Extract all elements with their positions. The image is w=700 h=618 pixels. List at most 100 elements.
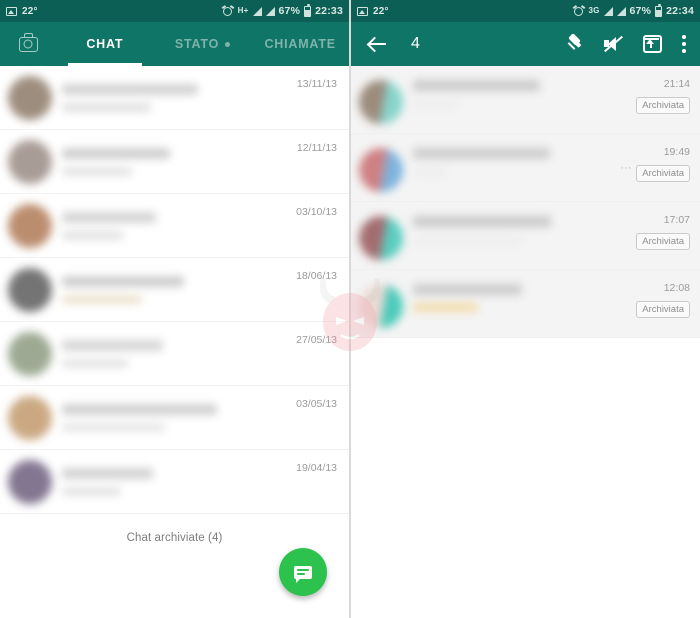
chat-row-text bbox=[62, 275, 296, 304]
last-message-redacted bbox=[62, 166, 133, 176]
battery-icon bbox=[304, 3, 312, 17]
chat-row[interactable]: 12/11/13 bbox=[0, 130, 349, 194]
archived-status-badge: Archiviata bbox=[636, 233, 690, 250]
chat-row[interactable]: 27/05/13 bbox=[0, 322, 349, 386]
chat-row[interactable]: 19/04/13 bbox=[0, 450, 349, 514]
archived-row-time: 17:07 bbox=[663, 214, 690, 226]
avatar bbox=[8, 395, 52, 440]
avatar bbox=[359, 80, 403, 124]
image-icon bbox=[6, 6, 17, 16]
avatar bbox=[359, 216, 403, 260]
tab-stato-label: STATO bbox=[174, 37, 220, 51]
overflow-menu-icon[interactable] bbox=[682, 35, 686, 53]
contact-name-redacted bbox=[62, 147, 171, 159]
avatar bbox=[359, 148, 403, 192]
chat-row[interactable]: 18/06/13 bbox=[0, 258, 349, 322]
chat-row-text bbox=[62, 339, 296, 368]
last-message-redacted bbox=[62, 294, 142, 304]
archived-row-meta: 21:14 Archiviata bbox=[636, 76, 690, 114]
last-message-redacted bbox=[62, 230, 123, 240]
archived-status-badge: Archiviata bbox=[636, 97, 690, 114]
left-phone-screen: 22° H+ 67% 22:33 CHAT STATO CHIAMATE 13/… bbox=[0, 0, 350, 618]
new-chat-fab[interactable] bbox=[279, 548, 327, 596]
chat-row-date: 19/04/13 bbox=[296, 462, 337, 474]
new-chat-icon bbox=[294, 565, 312, 583]
chat-row-date: 12/11/13 bbox=[296, 142, 337, 154]
archived-row-meta: 17:07 Archiviata bbox=[636, 212, 690, 250]
last-message-redacted bbox=[62, 102, 152, 112]
archived-row-text bbox=[413, 80, 631, 108]
signal-bars-icon-2 bbox=[616, 6, 626, 16]
contact-name-redacted bbox=[62, 211, 156, 223]
contact-name-redacted bbox=[62, 275, 184, 287]
chat-row-text bbox=[62, 211, 296, 240]
last-message-redacted bbox=[413, 167, 447, 176]
archived-chat-row[interactable]: 21:14 Archiviata bbox=[351, 66, 700, 134]
archived-row-time: 21:14 bbox=[663, 78, 690, 90]
stato-badge-dot-icon bbox=[225, 41, 231, 47]
tab-chiamate[interactable]: CHIAMATE bbox=[251, 22, 349, 66]
temperature-label: 22° bbox=[22, 5, 38, 17]
tab-stato[interactable]: STATO bbox=[154, 22, 252, 66]
last-message-redacted bbox=[62, 486, 121, 496]
archived-chats-label[interactable]: Chat archiviate (4) bbox=[0, 514, 349, 544]
archived-row-text bbox=[413, 284, 631, 312]
tab-chat-label: CHAT bbox=[86, 37, 124, 51]
battery-percent-label: 67% bbox=[629, 5, 652, 17]
avatar bbox=[359, 284, 403, 328]
avatar bbox=[8, 331, 52, 376]
archived-row-text bbox=[413, 148, 620, 176]
temperature-label: 22° bbox=[373, 5, 389, 17]
archived-chat-row[interactable]: ··· 19:49 Archiviata bbox=[351, 134, 700, 202]
archived-status-badge: Archiviata bbox=[636, 301, 690, 318]
chat-row[interactable]: 03/05/13 bbox=[0, 386, 349, 450]
avatar bbox=[8, 267, 52, 312]
archived-status-badge: Archiviata bbox=[636, 165, 690, 182]
last-message-redacted bbox=[413, 235, 523, 244]
contact-name-redacted bbox=[413, 80, 540, 91]
selected-count-label: 4 bbox=[411, 35, 420, 52]
contact-name-redacted bbox=[413, 148, 550, 159]
camera-button[interactable] bbox=[0, 33, 56, 52]
chat-row-date: 03/10/13 bbox=[296, 206, 337, 218]
archived-row-time: 19:49 bbox=[663, 146, 690, 158]
contact-name-redacted bbox=[413, 216, 551, 227]
chat-row-text bbox=[62, 403, 296, 432]
tab-chiamate-label: CHIAMATE bbox=[264, 37, 336, 51]
image-icon bbox=[357, 6, 368, 16]
pin-icon[interactable] bbox=[565, 33, 583, 53]
archived-chat-row[interactable]: 17:07 Archiviata bbox=[351, 202, 700, 270]
chat-row-date: 27/05/13 bbox=[296, 334, 337, 346]
last-message-redacted bbox=[413, 99, 457, 108]
last-message-redacted bbox=[62, 422, 165, 432]
signal-bars-icon-2 bbox=[265, 6, 275, 16]
network-type-label: H+ bbox=[237, 6, 249, 15]
chat-row-text bbox=[62, 147, 297, 176]
chat-row-date: 03/05/13 bbox=[296, 398, 337, 410]
contact-name-redacted bbox=[413, 284, 523, 295]
tab-chat[interactable]: CHAT bbox=[56, 22, 154, 66]
chat-list[interactable]: 13/11/13 12/11/13 03/10/13 18/06/13 27/05/13… bbox=[0, 66, 349, 618]
last-message-redacted bbox=[413, 303, 479, 312]
archived-chat-row[interactable]: 12:08 Archiviata bbox=[351, 270, 700, 338]
chat-row[interactable]: 13/11/13 bbox=[0, 66, 349, 130]
chat-row[interactable]: 03/10/13 bbox=[0, 194, 349, 258]
chat-row-date: 13/11/13 bbox=[296, 78, 337, 90]
last-message-redacted bbox=[62, 358, 128, 368]
archived-chat-list[interactable]: 21:14 Archiviata ··· 19:49 Archiviata 17:07 Ar… bbox=[351, 66, 700, 618]
network-type-label: 3G bbox=[588, 6, 600, 15]
contact-name-redacted bbox=[62, 467, 154, 479]
contact-name-redacted bbox=[62, 83, 199, 95]
battery-icon bbox=[655, 3, 663, 17]
chat-row-text bbox=[62, 467, 296, 496]
right-app-bar: 4 bbox=[351, 22, 700, 66]
archived-row-meta: 12:08 Archiviata bbox=[636, 280, 690, 318]
back-arrow-icon[interactable] bbox=[363, 29, 393, 59]
battery-percent-label: 67% bbox=[278, 5, 301, 17]
alarm-icon bbox=[221, 4, 235, 17]
unarchive-icon[interactable] bbox=[643, 35, 662, 53]
mute-icon[interactable] bbox=[603, 35, 623, 53]
avatar bbox=[8, 459, 52, 504]
alarm-icon bbox=[572, 4, 586, 17]
tab-bar: CHAT STATO CHIAMATE bbox=[56, 22, 349, 66]
